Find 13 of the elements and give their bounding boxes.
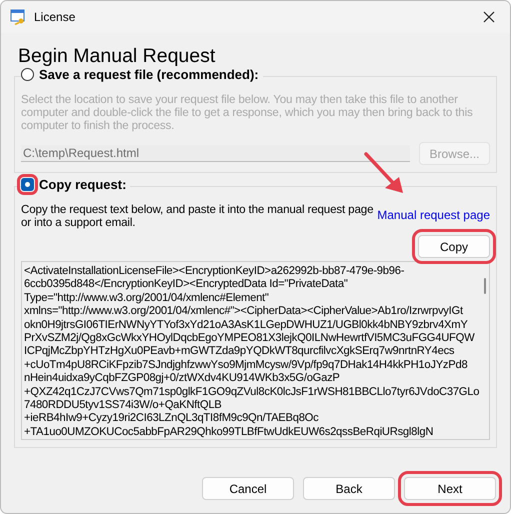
scrollbar-thumb[interactable]	[484, 278, 486, 294]
app-icon	[10, 9, 26, 25]
radio-button[interactable]	[21, 68, 34, 81]
manual-request-link[interactable]: Manual request page	[377, 208, 490, 222]
page-heading: Begin Manual Request	[18, 45, 216, 67]
dialog-button[interactable]: Back	[303, 477, 395, 500]
close-icon[interactable]	[482, 10, 496, 24]
option-label: Copy request:	[39, 177, 126, 192]
window-title: License	[34, 10, 76, 24]
instruction-text: Copy the request text below, and paste it into the manual request page or into a support email.	[21, 203, 374, 229]
dialog-button[interactable]: Cancel	[202, 477, 294, 500]
option-label: Save a request file (recommended):	[39, 67, 259, 82]
instruction-text: Select the location to save your request file below. You may then take this file to another computer and double-click the file to get a response, which you may then bring back to this computer to finish the process.	[21, 93, 474, 132]
